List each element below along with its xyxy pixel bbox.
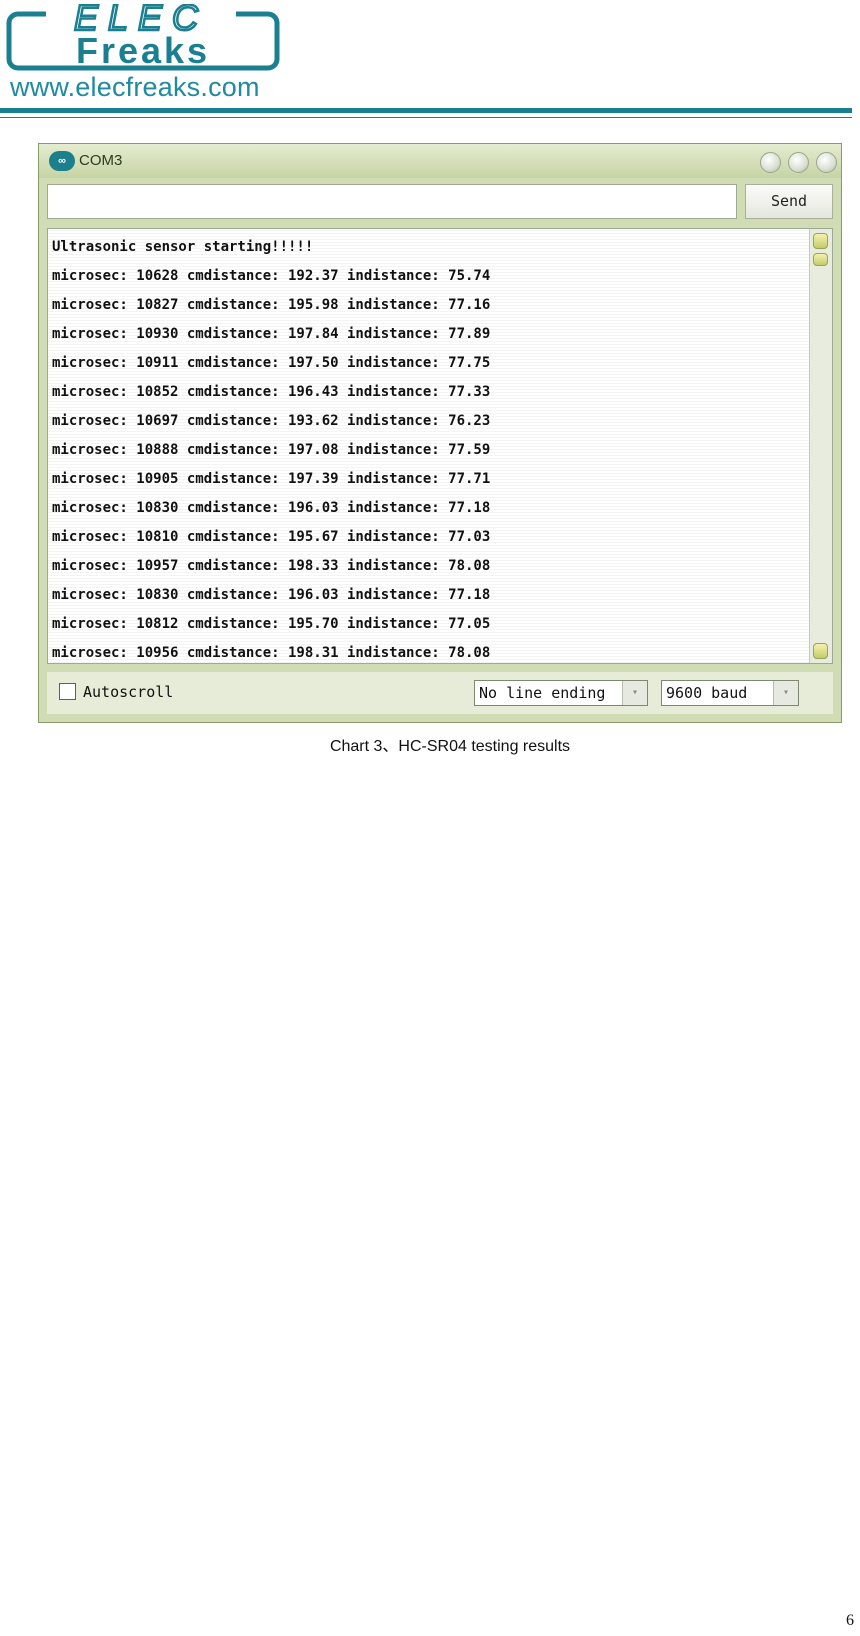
serial-output-line: microsec: 10830 cmdistance: 196.03 indis… <box>52 587 491 603</box>
scroll-thumb[interactable] <box>813 253 828 266</box>
serial-output-line: microsec: 10852 cmdistance: 196.43 indis… <box>52 384 491 400</box>
autoscroll-label: Autoscroll <box>83 683 174 701</box>
elecfreaks-logo: ELEC Freaks www.elecfreaks.com <box>6 4 288 104</box>
minimize-button[interactable] <box>760 152 781 173</box>
serial-monitor-window: ∞ COM3 Send Ultrasonic sensor starting!!… <box>38 143 842 723</box>
vertical-scrollbar[interactable] <box>809 229 832 663</box>
scroll-up-button[interactable] <box>813 233 828 249</box>
arduino-icon: ∞ <box>49 151 75 171</box>
page-number: 6 <box>846 1612 854 1629</box>
maximize-button[interactable] <box>788 152 809 173</box>
logo-url: www.elecfreaks.com <box>10 72 260 102</box>
bottom-bar: Autoscroll No line ending ▾ 9600 baud ▾ <box>47 672 833 714</box>
serial-output-text: Ultrasonic sensor starting!!!!! microsec:… <box>52 237 802 672</box>
serial-output-line: microsec: 10810 cmdistance: 195.67 indis… <box>52 529 491 545</box>
serial-output-line: microsec: 10956 cmdistance: 198.31 indis… <box>52 645 491 661</box>
serial-output-line: microsec: 10812 cmdistance: 195.70 indis… <box>52 616 491 632</box>
logo-mark: ELEC Freaks <box>6 4 280 71</box>
serial-output-line: microsec: 10930 cmdistance: 197.84 indis… <box>52 326 491 342</box>
title-bar[interactable]: ∞ COM3 <box>39 144 841 178</box>
send-input[interactable] <box>47 184 737 219</box>
serial-output-line: microsec: 10957 cmdistance: 198.33 indis… <box>52 558 491 574</box>
serial-output-line: microsec: 10628 cmdistance: 192.37 indis… <box>52 268 491 284</box>
serial-output-line: microsec: 10697 cmdistance: 193.62 indis… <box>52 413 491 429</box>
line-ending-value: No line ending <box>479 684 606 702</box>
chevron-down-icon[interactable]: ▾ <box>622 681 647 705</box>
close-button[interactable] <box>816 152 837 173</box>
serial-output-line: microsec: 10830 cmdistance: 196.03 indis… <box>52 500 491 516</box>
header-rule-thin <box>0 117 852 118</box>
header-rule <box>0 108 852 113</box>
window-title: COM3 <box>79 152 123 169</box>
scroll-down-button[interactable] <box>813 643 828 659</box>
serial-output-line: microsec: 10905 cmdistance: 197.39 indis… <box>52 471 491 487</box>
baud-rate-value: 9600 baud <box>666 684 748 702</box>
serial-output-line: microsec: 10888 cmdistance: 197.08 indis… <box>52 442 491 458</box>
send-row: Send <box>47 184 833 222</box>
logo-bottom-text: Freaks <box>76 30 210 71</box>
serial-output-line: microsec: 10911 cmdistance: 197.50 indis… <box>52 355 491 371</box>
line-ending-select[interactable]: No line ending ▾ <box>474 680 648 706</box>
serial-output-line: microsec: 10827 cmdistance: 195.98 indis… <box>52 297 491 313</box>
serial-output[interactable]: Ultrasonic sensor starting!!!!! microsec:… <box>47 228 833 664</box>
chevron-down-icon[interactable]: ▾ <box>773 681 798 705</box>
figure-caption: Chart 3、HC-SR04 testing results <box>329 738 571 755</box>
send-button[interactable]: Send <box>745 184 833 219</box>
baud-rate-select[interactable]: 9600 baud ▾ <box>661 680 799 706</box>
autoscroll-checkbox[interactable] <box>59 683 76 700</box>
serial-output-line: Ultrasonic sensor starting!!!!! <box>52 239 314 255</box>
